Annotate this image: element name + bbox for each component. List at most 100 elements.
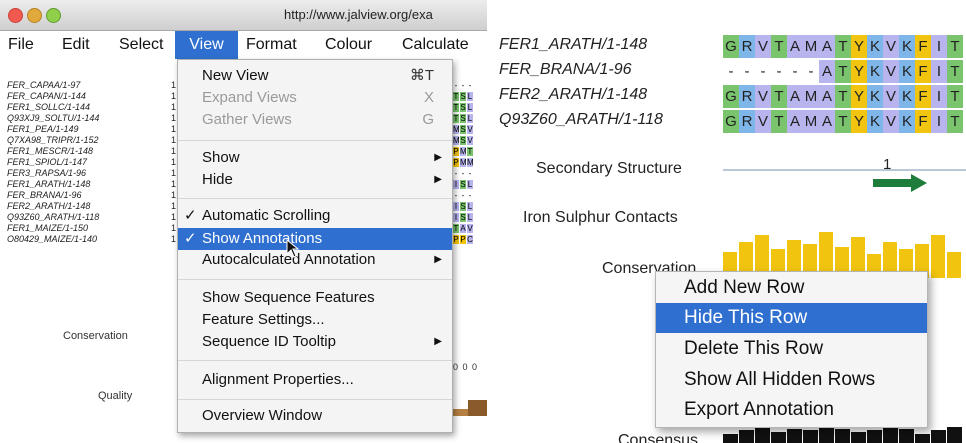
residue-cell: K (867, 60, 883, 83)
annotation-label-iron-sulphur-contacts[interactable]: Iron Sulphur Contacts (523, 209, 678, 227)
menu-view[interactable]: View (175, 31, 238, 59)
sequence-id[interactable]: Q7XA98_TRIPR/1-152 (7, 135, 99, 145)
sequence-start: 1 (171, 80, 177, 90)
menu-item-show-sequence-features[interactable]: Show Sequence Features (178, 287, 452, 309)
sequence-start: 1 (171, 168, 177, 178)
menu-item-autocalculated-annotation[interactable]: Autocalculated Annotation ▶ (178, 249, 452, 271)
residue-cell: - (792, 63, 798, 80)
menu-item-hide-this-row[interactable]: Hide This Row (656, 303, 927, 333)
sequence-id[interactable]: O80429_MAIZE/1-140 (7, 234, 97, 244)
sequence-id[interactable]: FER2_ARATH/1-148 (499, 86, 647, 104)
shortcut-label: G (422, 111, 434, 128)
residue-cell: - (461, 81, 465, 90)
residue-cell: - (454, 191, 458, 200)
menu-edit[interactable]: Edit (62, 31, 90, 59)
menu-item-add-new-row[interactable]: Add New Row (656, 273, 927, 303)
menu-colour[interactable]: Colour (325, 31, 372, 59)
residue-cell: F (915, 60, 931, 83)
sequence-id[interactable]: FER1_PEA/1-149 (7, 124, 79, 134)
menu-item-label: Hide This Row (684, 307, 808, 328)
menu-item-label: Export Annotation (684, 399, 834, 420)
sequence-id[interactable]: FER1_SPIOL/1-147 (7, 157, 87, 167)
sequence-id[interactable]: FER_CAPAN/1-144 (7, 91, 86, 101)
menu-item-expand-views[interactable]: Expand Views X (178, 87, 452, 109)
sequence-id[interactable]: FER1_MESCR/1-148 (7, 146, 93, 156)
annotation-label-quality[interactable]: Quality (98, 390, 132, 402)
residue-cell: K (867, 35, 883, 58)
sequence-id[interactable]: Q93XJ9_SOLTU/1-144 (7, 113, 99, 123)
menu-item-hide[interactable]: Hide ▶ (178, 169, 452, 191)
sequence-id[interactable]: FER1_SOLLC/1-144 (7, 102, 90, 112)
sequence-id[interactable]: FER1_MAIZE/1-150 (7, 223, 88, 233)
title-bar: http://www.jalview.org/exa (0, 0, 487, 31)
menu-item-feature-settings[interactable]: Feature Settings... (178, 309, 452, 331)
sequence-id[interactable]: Q93Z60_ARATH/1-118 (7, 212, 99, 222)
menu-item-new-view[interactable]: New View ⌘T (178, 65, 452, 87)
sequence-id[interactable]: FER_BRANA/1-96 (499, 61, 632, 79)
menu-item-label: Feature Settings... (202, 311, 325, 328)
menu-item-label: Show Sequence Features (202, 289, 375, 306)
sequence-start: 1 (171, 234, 177, 244)
consensus-bar (819, 427, 834, 443)
menu-format[interactable]: Format (246, 31, 297, 59)
residue-cell: K (867, 85, 883, 108)
menu-item-show-annotations[interactable]: ✓ Show Annotations (178, 228, 452, 250)
residue-cell: L (467, 92, 473, 101)
menu-item-delete-this-row[interactable]: Delete This Row (656, 334, 927, 364)
menu-item-show[interactable]: Show ▶ (178, 147, 452, 169)
sequence-id[interactable]: FER_CAPAA/1-97 (7, 80, 80, 90)
menu-item-show-all-hidden-rows[interactable]: Show All Hidden Rows (656, 365, 927, 395)
menu-select[interactable]: Select (119, 31, 163, 59)
sequence-id[interactable]: FER1_ARATH/1-148 (7, 179, 90, 189)
annotation-label-conservation[interactable]: Conservation (63, 330, 128, 342)
menu-item-automatic-scrolling[interactable]: ✓ Automatic Scrolling (178, 205, 452, 227)
residue-cell: I (931, 110, 947, 133)
annotation-label-secondary-structure[interactable]: Secondary Structure (536, 160, 682, 178)
menu-file[interactable]: File (8, 31, 34, 59)
residue-cell: A (460, 224, 466, 233)
residue-cell: T (771, 35, 787, 58)
residue-cell: M (460, 147, 467, 156)
sequence-start: 1 (171, 102, 177, 112)
sequence-start: 1 (171, 223, 177, 233)
menu-item-export-annotation[interactable]: Export Annotation (656, 395, 927, 425)
secondary-structure-track (723, 169, 966, 171)
residue-cell: T (771, 85, 787, 108)
zoom-window-button[interactable] (46, 8, 61, 23)
residue-cell: - (808, 63, 814, 80)
menu-item-gather-views[interactable]: Gather Views G (178, 109, 452, 131)
minimize-window-button[interactable] (27, 8, 42, 23)
residue-cell: A (819, 60, 835, 83)
residue-cell: I (931, 35, 947, 58)
consensus-bar (755, 427, 770, 443)
residue-cell: I (931, 60, 947, 83)
sequence-start: 1 (171, 179, 177, 189)
annotation-label-consensus[interactable]: Consensus (618, 432, 698, 443)
residue-cell: M (803, 35, 819, 58)
menu-item-overview-window[interactable]: Overview Window (178, 405, 452, 427)
consensus-bar (787, 429, 802, 443)
residue-cell: A (819, 35, 835, 58)
sequence-id[interactable]: FER2_ARATH/1-148 (7, 201, 90, 211)
residue-cell: L (467, 213, 473, 222)
residue-cell: T (947, 35, 963, 58)
residue-cell: A (787, 85, 803, 108)
sequence-id[interactable]: FER1_ARATH/1-148 (499, 36, 647, 54)
menu-calculate[interactable]: Calculate (402, 31, 469, 59)
menu-separator (178, 399, 452, 400)
menu-item-label: Add New Row (684, 277, 805, 298)
residue-cell: M (460, 158, 467, 167)
residue-cell: M (803, 85, 819, 108)
consensus-bar (803, 430, 818, 443)
residue-cell: V (883, 110, 899, 133)
view-menu-dropdown: New View ⌘T Expand Views X Gather Views … (177, 59, 453, 433)
menu-item-sequence-id-tooltip[interactable]: Sequence ID Tooltip ▶ (178, 331, 452, 353)
sequence-id[interactable]: Q93Z60_ARATH/1-118 (499, 111, 663, 129)
sequence-id[interactable]: FER_BRANA/1-96 (7, 190, 82, 200)
residue-cell: R (739, 85, 755, 108)
menu-item-alignment-properties[interactable]: Alignment Properties... (178, 369, 452, 391)
close-window-button[interactable] (8, 8, 23, 23)
sequence-id[interactable]: FER3_RAPSA/1-96 (7, 168, 86, 178)
menu-item-label: Expand Views (202, 89, 297, 106)
menu-separator (178, 360, 452, 361)
